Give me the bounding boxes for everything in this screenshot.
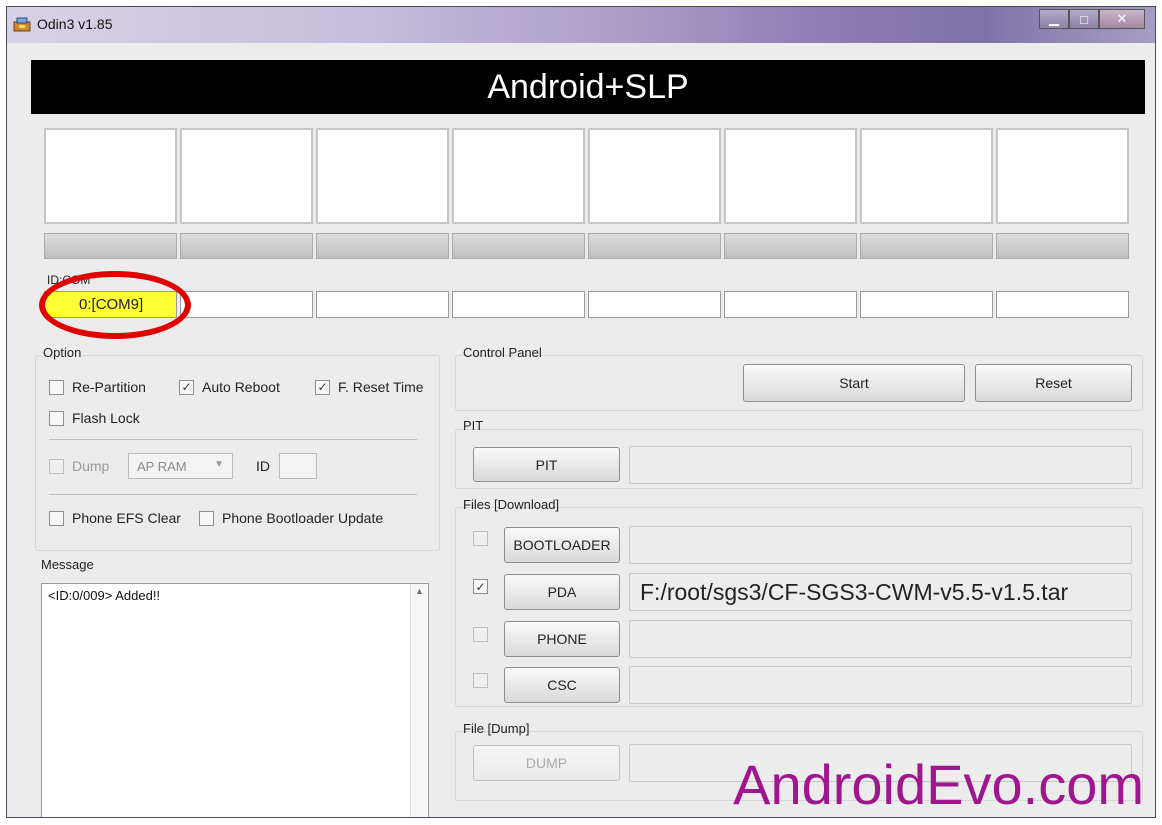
device-slot-6 — [724, 128, 857, 224]
checkbox-box[interactable] — [199, 510, 214, 526]
bootloader-checkbox[interactable] — [473, 531, 496, 546]
device-slot-3 — [316, 128, 449, 224]
dump-id-label: ID — [256, 458, 270, 474]
files-download-title: Files [Download] — [463, 497, 560, 512]
check-icon[interactable]: ✓ — [179, 379, 194, 395]
csc-path-field[interactable] — [629, 666, 1132, 704]
pda-path-field[interactable]: F:/root/sgs3/CF-SGS3-CWM-v5.5-v1.5.tar — [629, 573, 1132, 611]
window-controls: ▁ □ ✕ — [1039, 9, 1145, 29]
pit-button[interactable]: PIT — [473, 447, 620, 482]
phone-bootloader-update-checkbox[interactable]: Phone Bootloader Update — [199, 510, 383, 526]
pit-path-field[interactable] — [629, 446, 1132, 484]
phone-efs-clear-label: Phone EFS Clear — [72, 510, 181, 526]
csc-checkbox[interactable] — [473, 673, 496, 688]
com-port-slot-7 — [860, 291, 993, 318]
checkbox-box[interactable] — [49, 410, 64, 426]
device-slot-8 — [996, 128, 1129, 224]
option-divider-2 — [49, 494, 417, 495]
dump-button[interactable]: DUMP — [473, 745, 620, 781]
minimize-button[interactable]: ▁ — [1039, 9, 1069, 29]
flash-lock-checkbox[interactable]: Flash Lock — [49, 410, 140, 426]
checkbox-box[interactable] — [473, 531, 488, 546]
device-slot-7 — [860, 128, 993, 224]
device-slot-4 — [452, 128, 585, 224]
dump-target-select[interactable]: AP RAM ▼ — [128, 453, 233, 479]
phone-efs-clear-checkbox[interactable]: Phone EFS Clear — [49, 510, 181, 526]
chevron-down-icon: ▼ — [214, 459, 224, 470]
pit-title: PIT — [463, 418, 484, 433]
dump-target-value: AP RAM — [137, 458, 187, 474]
check-icon[interactable]: ✓ — [315, 379, 330, 395]
minimize-icon: ▁ — [1049, 11, 1059, 26]
com-port-slot-5 — [588, 291, 721, 318]
scroll-up-icon[interactable]: ▲ — [415, 586, 424, 596]
phone-path-field[interactable] — [629, 620, 1132, 658]
start-button[interactable]: Start — [743, 364, 965, 402]
maximize-button[interactable]: □ — [1069, 9, 1099, 29]
close-icon: ✕ — [1116, 11, 1128, 26]
progress-bar-4 — [452, 233, 585, 259]
mode-banner: Android+SLP — [31, 60, 1145, 114]
csc-button[interactable]: CSC — [504, 667, 620, 703]
f-reset-time-checkbox[interactable]: ✓ F. Reset Time — [315, 379, 424, 395]
device-slot-2 — [180, 128, 313, 224]
bootloader-button[interactable]: BOOTLOADER — [504, 527, 620, 563]
option-divider-1 — [49, 439, 417, 440]
dump-id-input[interactable] — [279, 453, 317, 479]
checkbox-box[interactable] — [49, 458, 64, 474]
reset-button[interactable]: Reset — [975, 364, 1132, 402]
option-title: Option — [41, 345, 84, 360]
message-scrollbar[interactable]: ▲ ▼ — [410, 584, 428, 817]
com-port-slot-2 — [180, 291, 313, 318]
message-title: Message — [41, 557, 94, 572]
com-port-slot-3 — [316, 291, 449, 318]
file-dump-title: File [Dump] — [463, 721, 530, 736]
progress-bar-5 — [588, 233, 721, 259]
progress-bar-6 — [724, 233, 857, 259]
dump-label: Dump — [72, 458, 110, 474]
com-port-slot-8 — [996, 291, 1129, 318]
pda-button[interactable]: PDA — [504, 574, 620, 610]
checkbox-box[interactable] — [49, 379, 64, 395]
checkbox-box[interactable] — [473, 627, 488, 642]
com-port-slot-4 — [452, 291, 585, 318]
progress-bar-2 — [180, 233, 313, 259]
bootloader-path-field[interactable] — [629, 526, 1132, 564]
device-slot-1 — [44, 128, 177, 224]
highlight-ring — [39, 271, 191, 339]
device-slot-5 — [588, 128, 721, 224]
com-port-slot-6 — [724, 291, 857, 318]
progress-bar-3 — [316, 233, 449, 259]
phone-button[interactable]: PHONE — [504, 621, 620, 657]
f-reset-time-label: F. Reset Time — [338, 379, 424, 395]
auto-reboot-checkbox[interactable]: ✓ Auto Reboot — [179, 379, 280, 395]
message-log[interactable]: <ID:0/009> Added!! ▲ ▼ — [41, 583, 429, 817]
main-panel: Android+SLP ID:COM 0:[COM9] Option Re-Pa… — [7, 43, 1155, 817]
auto-reboot-label: Auto Reboot — [202, 379, 280, 395]
watermark-text: AndroidEvo.com — [733, 753, 1144, 816]
title-bar[interactable]: Odin3 v1.85 ▁ □ ✕ — [7, 7, 1155, 43]
close-button[interactable]: ✕ — [1099, 9, 1145, 29]
phone-checkbox[interactable] — [473, 627, 496, 642]
flash-lock-label: Flash Lock — [72, 410, 140, 426]
control-panel-title: Control Panel — [463, 345, 542, 360]
phone-bootloader-update-label: Phone Bootloader Update — [222, 510, 384, 526]
progress-bar-1 — [44, 233, 177, 259]
re-partition-checkbox[interactable]: Re-Partition — [49, 379, 146, 395]
odin-window: Odin3 v1.85 ▁ □ ✕ Android+SLP ID:COM 0:[… — [6, 6, 1156, 818]
check-icon[interactable]: ✓ — [473, 579, 488, 594]
odin-app-icon — [13, 17, 31, 32]
re-partition-label: Re-Partition — [72, 379, 146, 395]
checkbox-box[interactable] — [473, 673, 488, 688]
maximize-icon: □ — [1080, 11, 1088, 27]
pda-checkbox[interactable]: ✓ — [473, 579, 496, 594]
progress-bar-8 — [996, 233, 1129, 259]
checkbox-box[interactable] — [49, 510, 64, 526]
window-title: Odin3 v1.85 — [37, 16, 113, 32]
progress-bar-7 — [860, 233, 993, 259]
dump-checkbox[interactable]: Dump — [49, 458, 109, 474]
message-log-text: <ID:0/009> Added!! — [48, 588, 161, 603]
